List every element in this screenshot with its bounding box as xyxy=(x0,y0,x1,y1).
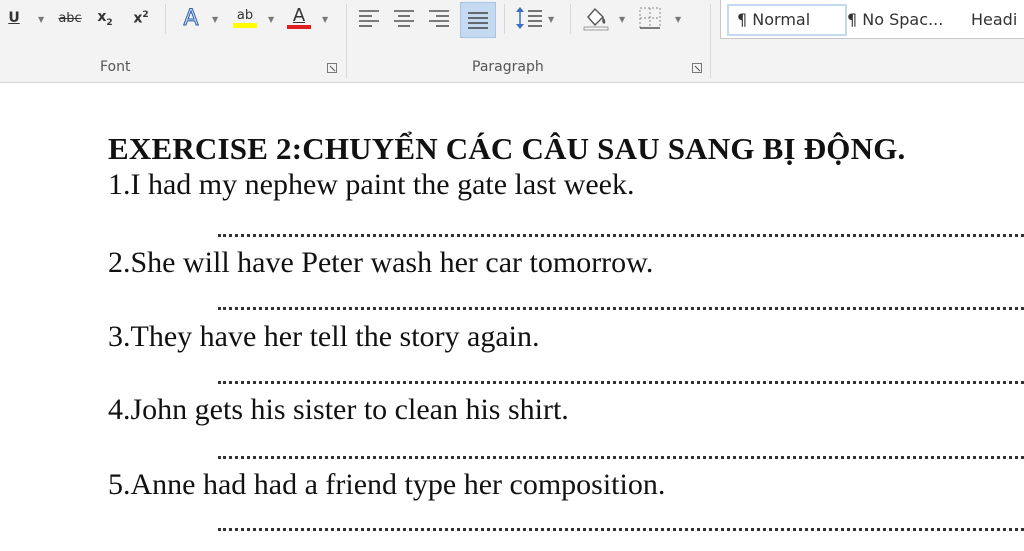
font-group-label: Font xyxy=(100,59,131,75)
ribbon-separator xyxy=(570,4,571,34)
sentence-1: 1.I had my nephew paint the gate last we… xyxy=(108,168,635,201)
answer-line-5[interactable] xyxy=(218,528,1024,531)
style-no-spacing[interactable]: ¶ No Spac... xyxy=(847,6,959,34)
borders-icon[interactable] xyxy=(639,7,661,29)
strikethrough-button[interactable]: abc xyxy=(54,5,86,31)
sentence-5: 5.Anne had had a friend type her composi… xyxy=(108,468,666,501)
highlight-button[interactable]: ab xyxy=(228,5,262,31)
text-effects-dropdown-icon[interactable]: ▼ xyxy=(212,15,218,24)
shading-dropdown-icon[interactable]: ▼ xyxy=(619,15,625,24)
answer-line-2[interactable] xyxy=(218,307,1024,310)
exercise-title: EXERCISE 2:CHUYỂN CÁC CÂU SAU SANG BỊ ĐỘ… xyxy=(108,131,906,166)
subscript-button[interactable]: x2 xyxy=(92,5,118,31)
font-dialog-launcher-icon[interactable] xyxy=(327,63,337,73)
shading-icon[interactable] xyxy=(582,5,610,31)
font-color-button[interactable]: A xyxy=(284,5,314,31)
underline-icon: U xyxy=(8,10,20,26)
highlight-color-bar xyxy=(233,22,257,28)
ribbon-separator xyxy=(710,4,711,78)
sentence-3: 3.They have her tell the story again. xyxy=(108,320,540,353)
highlight-icon: ab xyxy=(236,7,254,23)
highlight-dropdown-icon[interactable]: ▼ xyxy=(268,15,274,24)
style-normal[interactable]: ¶ Normal xyxy=(727,4,847,36)
subscript-icon: x2 xyxy=(97,8,113,28)
sentence-2: 2.She will have Peter wash her car tomor… xyxy=(108,246,654,279)
answer-line-4[interactable] xyxy=(218,456,1024,459)
align-right-icon[interactable] xyxy=(428,8,450,28)
superscript-button[interactable]: x2 xyxy=(128,5,154,31)
text-effects-button[interactable]: A xyxy=(176,5,206,31)
text-effects-icon: A xyxy=(183,5,199,31)
style-heading[interactable]: Headi xyxy=(971,6,1024,34)
styles-gallery: ¶ Normal ¶ No Spac... Headi xyxy=(720,0,1024,39)
borders-dropdown-icon[interactable]: ▼ xyxy=(675,15,681,24)
font-color-icon: A xyxy=(292,5,306,26)
underline-dropdown-icon[interactable]: ▼ xyxy=(38,15,44,24)
sentence-4: 4.John gets his sister to clean his shir… xyxy=(108,393,569,426)
line-spacing-dropdown-icon[interactable]: ▼ xyxy=(548,15,554,24)
superscript-icon: x2 xyxy=(133,9,149,27)
strikethrough-icon: abc xyxy=(58,10,82,26)
ribbon-separator xyxy=(346,4,347,78)
answer-line-3[interactable] xyxy=(218,381,1024,384)
answer-line-1[interactable] xyxy=(218,234,1024,237)
justify-button[interactable] xyxy=(460,2,496,38)
align-left-icon[interactable] xyxy=(358,8,380,28)
paragraph-group-label: Paragraph xyxy=(472,59,544,75)
paragraph-dialog-launcher-icon[interactable] xyxy=(692,63,702,73)
align-center-icon[interactable] xyxy=(393,8,415,28)
ribbon: U ▼ abc x2 x2 A ▼ ab ▼ A ▼ Font ▼ ▼ ▼ Pa… xyxy=(0,0,1024,83)
ribbon-separator xyxy=(504,4,505,34)
ribbon-separator xyxy=(165,4,166,34)
justify-icon xyxy=(468,12,488,29)
font-color-dropdown-icon[interactable]: ▼ xyxy=(322,15,328,24)
line-spacing-icon[interactable] xyxy=(515,6,543,30)
underline-button[interactable]: U xyxy=(4,5,24,31)
font-color-bar xyxy=(287,25,311,29)
